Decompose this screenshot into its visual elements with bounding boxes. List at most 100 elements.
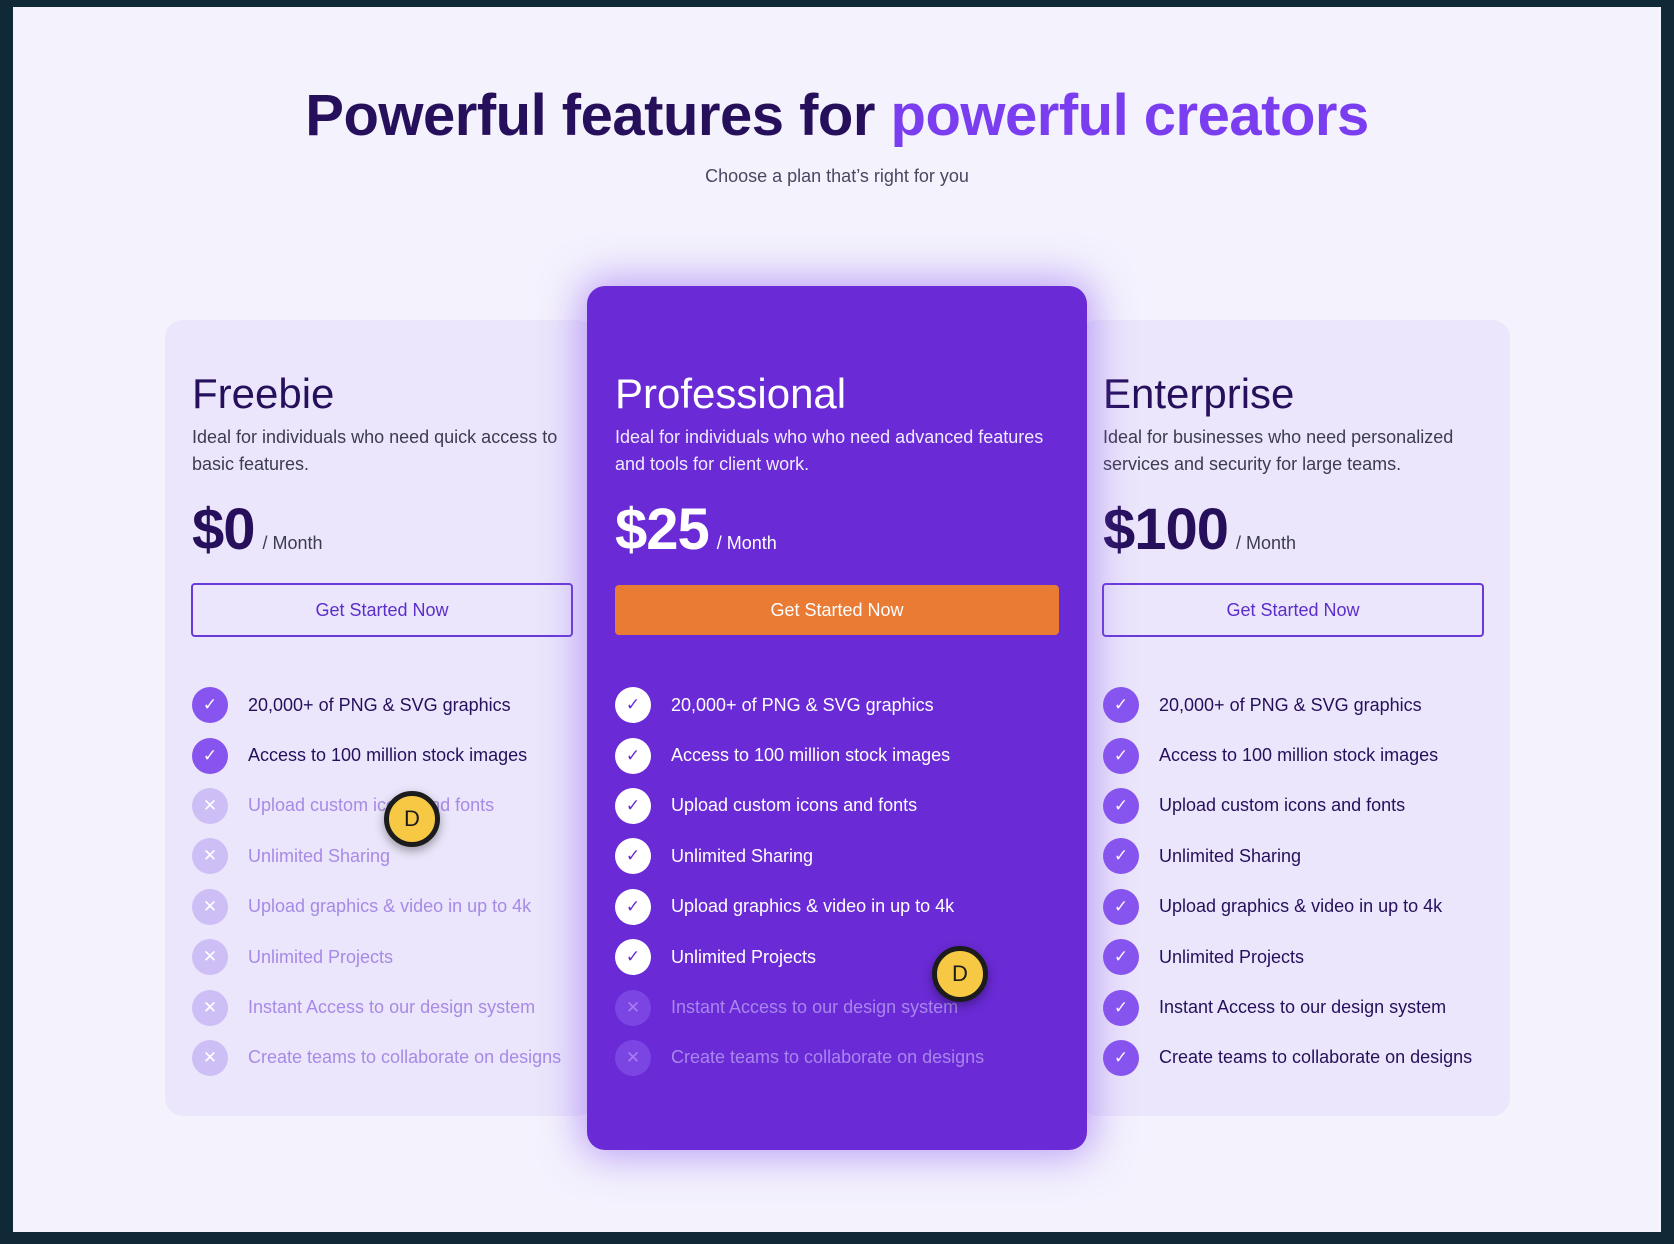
- page-title: Powerful features for powerful creators: [0, 82, 1674, 149]
- feature-label: Access to 100 million stock images: [671, 745, 951, 766]
- x-icon: ✕: [192, 1039, 228, 1076]
- feature-item: ✓ 20,000+ of PNG & SVG graphics: [1103, 680, 1472, 730]
- price-period: / Month: [262, 533, 323, 553]
- feature-item: ✓ Upload graphics & video in up to 4k: [1103, 882, 1472, 932]
- feature-item: ✓ 20,000+ of PNG & SVG graphics: [192, 680, 561, 730]
- feature-item: ✕ Unlimited Sharing: [192, 831, 561, 881]
- feature-item: ✓ Create teams to collaborate on designs: [1103, 1033, 1472, 1083]
- feature-label: Access to 100 million stock images: [248, 745, 528, 766]
- plan-description: Ideal for individuals who who need advan…: [615, 427, 1044, 474]
- plan-name: Professional: [615, 370, 847, 417]
- feature-label: Access to 100 million stock images: [1159, 745, 1439, 766]
- feature-item: ✕ Create teams to collaborate on designs: [615, 1033, 984, 1083]
- feature-label: Upload custom icons and fonts: [248, 795, 495, 816]
- feature-label: 20,000+ of PNG & SVG graphics: [1159, 694, 1422, 715]
- plan-description: Ideal for businesses who need personaliz…: [1103, 427, 1454, 474]
- check-icon: ✓: [192, 737, 228, 774]
- feature-label: Instant Access to our design system: [248, 997, 536, 1018]
- check-icon: ✓: [1103, 787, 1139, 824]
- plan-price: $0 / Month: [192, 496, 323, 563]
- price-period: / Month: [716, 533, 777, 553]
- plan-name: Enterprise: [1103, 370, 1295, 417]
- collaborator-cursor-avatar: D: [932, 946, 988, 1002]
- feature-item: ✓ Upload custom icons and fonts: [1103, 781, 1472, 831]
- plan-card-professional: Professional Ideal for individuals who w…: [587, 286, 1087, 1150]
- feature-list: ✓ 20,000+ of PNG & SVG graphics ✓ Access to…: [615, 680, 984, 1083]
- feature-label: Unlimited Sharing: [1159, 845, 1302, 866]
- feature-item: ✓ Access to 100 million stock images: [1103, 730, 1472, 780]
- feature-label: Unlimited Projects: [248, 946, 394, 967]
- feature-list: ✓ 20,000+ of PNG & SVG graphics ✓ Access to…: [192, 680, 561, 1083]
- plan-name: Freebie: [192, 370, 335, 417]
- feature-item: ✓ Unlimited Sharing: [615, 831, 984, 881]
- feature-label: Create teams to collaborate on designs: [671, 1047, 985, 1068]
- check-icon: ✓: [1103, 1039, 1139, 1076]
- feature-item: ✓ Unlimited Projects: [615, 932, 984, 982]
- feature-item: ✕ Upload graphics & video in up to 4k: [192, 882, 561, 932]
- plan-price: $25 / Month: [615, 496, 777, 563]
- price-amount: $100: [1103, 497, 1229, 562]
- feature-item: ✓ Upload graphics & video in up to 4k: [615, 882, 984, 932]
- feature-item: ✓ Unlimited Projects: [1103, 932, 1472, 982]
- check-icon: ✓: [615, 737, 651, 774]
- x-icon: ✕: [192, 989, 228, 1026]
- x-icon: ✕: [192, 888, 228, 925]
- feature-label: Upload graphics & video in up to 4k: [248, 896, 532, 917]
- get-started-button-enterprise[interactable]: Get Started Now: [1102, 583, 1484, 637]
- feature-label: Create teams to collaborate on designs: [248, 1047, 562, 1068]
- plan-card-enterprise: Enterprise Ideal for businesses who need…: [1080, 320, 1510, 1116]
- page-subtitle: Choose a plan that’s right for you: [705, 166, 969, 186]
- feature-item: ✕ Upload custom icons and fonts: [192, 781, 561, 831]
- feature-label: Upload custom icons and fonts: [1159, 795, 1406, 816]
- feature-item: ✓ Upload custom icons and fonts: [615, 781, 984, 831]
- feature-label: Create teams to collaborate on designs: [1159, 1047, 1473, 1068]
- check-icon: ✓: [615, 888, 651, 925]
- plan-card-freebie: Freebie Ideal for individuals who need q…: [165, 320, 595, 1116]
- price-amount: $0: [192, 497, 256, 562]
- x-icon: ✕: [192, 787, 228, 824]
- feature-label: Unlimited Sharing: [248, 845, 391, 866]
- check-icon: ✓: [615, 687, 651, 724]
- feature-label: Upload graphics & video in up to 4k: [671, 896, 955, 917]
- check-icon: ✓: [1103, 838, 1139, 875]
- check-icon: ✓: [1103, 737, 1139, 774]
- x-icon: ✕: [615, 1039, 651, 1076]
- feature-item: ✕ Instant Access to our design system: [615, 982, 984, 1032]
- feature-list: ✓ 20,000+ of PNG & SVG graphics ✓ Access to…: [1103, 680, 1472, 1083]
- feature-label: 20,000+ of PNG & SVG graphics: [248, 694, 511, 715]
- feature-label: Unlimited Projects: [1159, 946, 1305, 967]
- feature-item: ✕ Unlimited Projects: [192, 932, 561, 982]
- feature-item: ✓ Unlimited Sharing: [1103, 831, 1472, 881]
- x-icon: ✕: [192, 838, 228, 875]
- feature-label: 20,000+ of PNG & SVG graphics: [671, 694, 934, 715]
- feature-item: ✓ 20,000+ of PNG & SVG graphics: [615, 680, 984, 730]
- check-icon: ✓: [1103, 888, 1139, 925]
- feature-label: Unlimited Sharing: [671, 845, 814, 866]
- page-title-accent: powerful creators: [890, 83, 1370, 148]
- get-started-button-freebie[interactable]: Get Started Now: [191, 583, 573, 637]
- feature-label: Upload graphics & video in up to 4k: [1159, 896, 1443, 917]
- x-icon: ✕: [615, 989, 651, 1026]
- feature-label: Instant Access to our design system: [1159, 997, 1447, 1018]
- plan-description: Ideal for individuals who need quick acc…: [192, 427, 558, 474]
- feature-item: ✕ Instant Access to our design system: [192, 982, 561, 1032]
- feature-item: ✓ Instant Access to our design system: [1103, 982, 1472, 1032]
- feature-label: Instant Access to our design system: [671, 997, 959, 1018]
- check-icon: ✓: [615, 838, 651, 875]
- check-icon: ✓: [1103, 989, 1139, 1026]
- price-amount: $25: [615, 497, 710, 562]
- check-icon: ✓: [1103, 687, 1139, 724]
- x-icon: ✕: [192, 939, 228, 976]
- feature-item: ✕ Create teams to collaborate on designs: [192, 1033, 561, 1083]
- page-title-main: Powerful features for: [305, 83, 875, 148]
- feature-label: Unlimited Projects: [671, 946, 817, 967]
- feature-item: ✓ Access to 100 million stock images: [615, 730, 984, 780]
- check-icon: ✓: [1103, 939, 1139, 976]
- plan-price: $100 / Month: [1103, 496, 1296, 563]
- get-started-button-professional[interactable]: Get Started Now: [615, 585, 1059, 635]
- feature-item: ✓ Access to 100 million stock images: [192, 730, 561, 780]
- check-icon: ✓: [192, 687, 228, 724]
- check-icon: ✓: [615, 939, 651, 976]
- collaborator-cursor-avatar: D: [384, 791, 440, 847]
- feature-label: Upload custom icons and fonts: [671, 795, 918, 816]
